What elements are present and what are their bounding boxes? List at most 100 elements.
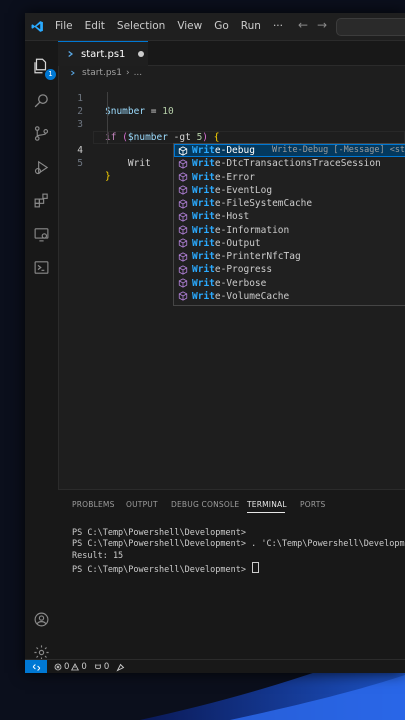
explorer-icon[interactable]: 1 xyxy=(30,55,56,80)
suggestion-label: e-Host xyxy=(214,211,250,223)
suggestion-item[interactable]: Writ e-VolumeCache xyxy=(174,290,405,303)
method-cube-icon xyxy=(176,198,190,209)
menu-selection[interactable]: Selection xyxy=(111,13,171,40)
method-cube-icon xyxy=(176,251,190,262)
tab-start-ps1[interactable]: start.ps1 xyxy=(58,41,148,66)
powershell-file-icon xyxy=(67,49,77,59)
suggestion-item[interactable]: Writ e-FileSystemCache xyxy=(174,197,405,210)
method-cube-icon xyxy=(176,238,190,249)
suggestion-item[interactable]: Writ e-Host xyxy=(174,210,405,223)
suggestion-match: Writ xyxy=(192,145,215,156)
error-icon xyxy=(54,663,62,671)
suggestion-label: e-EventLog xyxy=(214,184,273,196)
suggestion-label: e-Debug xyxy=(214,145,255,156)
menu-view[interactable]: View xyxy=(171,13,208,40)
terminal-prompt: PS C:\Temp\Powershell\Development> xyxy=(72,564,252,575)
terminal-line: PS C:\Temp\Powershell\Development> xyxy=(72,528,246,538)
suggestion-label: e-Information xyxy=(214,224,290,236)
code-line: 1 $number = 10 xyxy=(58,79,405,117)
menu-go[interactable]: Go xyxy=(208,13,235,40)
error-count: 0 xyxy=(64,662,70,672)
powershell-icon[interactable] xyxy=(30,256,52,278)
suggestion-label: e-Progress xyxy=(214,264,273,276)
menu-more[interactable]: ··· xyxy=(267,13,289,40)
source-control-icon[interactable] xyxy=(30,122,52,144)
suggest-widget: Write-DebugWrite-Debug [-Message] <strin… xyxy=(173,143,405,306)
method-cube-icon xyxy=(176,159,190,169)
explorer-badge: 1 xyxy=(45,69,56,80)
suggestion-match: Writ xyxy=(192,158,215,170)
tab-debug-console[interactable]: DEBUG CONSOLE xyxy=(171,500,239,509)
suggestion-item[interactable]: Writ e-Verbose xyxy=(174,277,405,290)
suggestion-match: Writ xyxy=(192,237,215,249)
suggestion-match: Writ xyxy=(192,211,215,223)
back-arrow-icon[interactable]: ← xyxy=(298,18,308,32)
terminal-output[interactable]: PS C:\Temp\Powershell\Development> PS C:… xyxy=(72,528,405,575)
tab-terminal[interactable]: TERMINAL xyxy=(247,500,287,509)
line-number: 5 xyxy=(77,158,83,169)
active-tab-underline xyxy=(247,512,285,513)
method-cube-icon xyxy=(176,265,190,275)
tab-problems[interactable]: PROBLEMS xyxy=(72,500,115,509)
suggestion-label: e-VolumeCache xyxy=(214,290,290,302)
indent-guide xyxy=(107,92,108,144)
ports-status[interactable]: 0 xyxy=(94,662,109,672)
suggestion-item[interactable]: Writ e-DtcTransactionsTraceSession xyxy=(174,157,405,170)
title-bar: File Edit Selection View Go Run ··· ← → xyxy=(25,13,405,41)
method-cube-icon xyxy=(176,185,190,196)
suggestion-match: Writ xyxy=(192,198,215,209)
code-line: 3 if ($number -gt 5) { xyxy=(58,105,405,143)
tab-ports[interactable]: PORTS xyxy=(300,500,325,509)
suggestion-label: e-FileSystemCache xyxy=(214,198,313,209)
extensions-icon[interactable] xyxy=(30,189,52,211)
method-cube-icon xyxy=(176,291,190,302)
activity-bar: 1 xyxy=(25,41,59,660)
breadcrumb-more[interactable]: ... xyxy=(134,68,143,78)
suggestion-match: Writ xyxy=(192,264,215,276)
terminal-cursor xyxy=(252,561,260,573)
remote-explorer-icon[interactable] xyxy=(30,223,52,245)
token-brace: } xyxy=(105,171,111,182)
suggestion-item[interactable]: Writ e-Output xyxy=(174,237,405,250)
method-cube-icon xyxy=(176,172,190,182)
warning-count: 0 xyxy=(81,662,87,672)
breadcrumb-file[interactable]: start.ps1 xyxy=(82,68,122,78)
account-icon[interactable] xyxy=(30,608,52,630)
method-cube-icon xyxy=(176,225,190,235)
suggestion-item[interactable]: Writ e-Progress xyxy=(174,263,405,276)
suggestion-detail: Write-Debug [-Message] <string> [<C xyxy=(272,145,405,155)
suggestion-label: e-PrinterNfcTag xyxy=(214,251,301,262)
broadcast-status[interactable] xyxy=(116,663,125,672)
method-cube-icon xyxy=(176,278,190,288)
breadcrumb-separator: › xyxy=(125,68,130,78)
ports-icon xyxy=(95,664,101,670)
remote-indicator-icon[interactable] xyxy=(25,660,47,673)
bottom-panel: PROBLEMS OUTPUT DEBUG CONSOLE TERMINAL P… xyxy=(58,489,405,660)
suggestion-item[interactable]: Writ e-Error xyxy=(174,171,405,184)
suggestion-match: Writ xyxy=(192,184,215,196)
suggestion-match: Writ xyxy=(192,290,215,302)
suggestion-label: e-Output xyxy=(214,237,261,249)
suggestion-item[interactable]: Writ e-PrinterNfcTag xyxy=(174,250,405,263)
command-center-search[interactable] xyxy=(336,18,405,36)
run-debug-icon[interactable] xyxy=(30,156,52,178)
menu-edit[interactable]: Edit xyxy=(79,13,111,40)
editor-tabs: start.ps1 xyxy=(58,41,405,66)
menu-run[interactable]: Run xyxy=(235,13,267,40)
status-bar: 0 0 0 xyxy=(25,659,405,673)
suggestion-item[interactable]: Writ e-Information xyxy=(174,224,405,237)
tab-output[interactable]: OUTPUT xyxy=(126,500,158,509)
ports-count: 0 xyxy=(103,662,110,672)
search-icon[interactable] xyxy=(30,89,52,111)
unsaved-dot-icon[interactable] xyxy=(138,51,145,57)
terminal-prompt-line: PS C:\Temp\Powershell\Development> xyxy=(72,561,405,575)
menu-file[interactable]: File xyxy=(49,13,79,40)
problems-status[interactable]: 0 0 xyxy=(54,662,87,672)
vscode-logo-icon[interactable] xyxy=(25,13,49,40)
suggestion-item[interactable]: Write-Debug Write-Debug [-Message] <strin… xyxy=(174,144,405,158)
suggestion-match: Writ xyxy=(192,277,215,289)
suggestion-item[interactable]: Writ e-EventLog xyxy=(174,184,405,197)
forward-arrow-icon[interactable]: → xyxy=(317,18,327,32)
panel-tabs: PROBLEMS OUTPUT DEBUG CONSOLE TERMINAL P… xyxy=(58,490,405,518)
tab-label: start.ps1 xyxy=(81,48,126,60)
